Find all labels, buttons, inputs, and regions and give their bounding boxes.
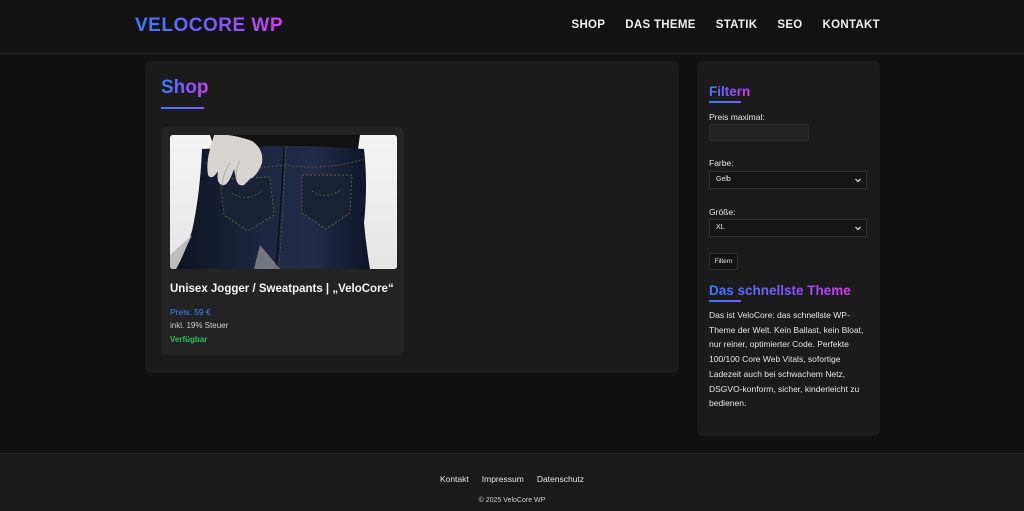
price-max-label: Preis maximal: [709,112,765,122]
nav-item-das-theme[interactable]: DAS THEME [625,19,695,31]
site-header: VELOCORE WP SHOP DAS THEME STATIK SEO KO… [0,0,1024,54]
title-underline [161,107,204,109]
about-widget-title: Das schnellste Theme [709,283,851,298]
copyright: © 2025 VeloCore WP [478,497,546,504]
filter-widget-title: Filtern [709,84,751,99]
product-image[interactable] [170,135,397,269]
nav-item-shop[interactable]: SHOP [571,19,605,31]
footer-link-impressum[interactable]: Impressum [482,474,524,484]
about-text: Das ist VeloCore: das schnellste WP-Them… [709,310,864,409]
filter-title-underline [709,101,741,103]
price-max-input[interactable] [709,124,809,141]
page-title: Shop [161,77,209,98]
size-label: Größe: [709,207,736,217]
color-select[interactable]: Gelb [709,171,867,189]
product-card[interactable]: Unisex Jogger / Sweatpants | „VeloCore“ … [161,127,404,355]
nav-item-seo[interactable]: SEO [777,19,802,31]
stock-status: Verfügbar [170,335,208,344]
size-select[interactable]: XL [709,219,867,237]
shop-content: Shop Unisex Jogger / Sweatpants | „VeloC… [145,61,679,373]
sidebar: Filtern Preis maximal: Farbe: Gelb Größe… [697,61,880,436]
footer-links: Kontakt Impressum Datenschutz [0,474,1024,484]
nav-item-statik[interactable]: STATIK [716,19,758,31]
jeans-photo [170,135,397,269]
chevron-down-icon [855,226,861,231]
site-footer: Kontakt Impressum Datenschutz © 2025 Vel… [0,453,1024,511]
filter-button[interactable]: Filtern [709,253,738,270]
footer-link-kontakt[interactable]: Kontakt [440,474,469,484]
size-select-value: XL [716,224,725,231]
color-label: Farbe: [709,158,734,168]
product-price: Preis: 59 € [170,307,211,317]
footer-link-datenschutz[interactable]: Datenschutz [537,474,584,484]
about-title-underline [709,300,741,302]
color-select-value: Gelb [716,176,731,183]
main-nav: SHOP DAS THEME STATIK SEO KONTAKT [571,19,880,31]
chevron-down-icon [855,178,861,183]
nav-item-kontakt[interactable]: KONTAKT [823,19,880,31]
product-tax-note: inkl. 19% Steuer [170,321,229,330]
product-name[interactable]: Unisex Jogger / Sweatpants | „VeloCore“ [170,283,400,295]
site-logo[interactable]: VELOCORE WP [135,15,283,37]
